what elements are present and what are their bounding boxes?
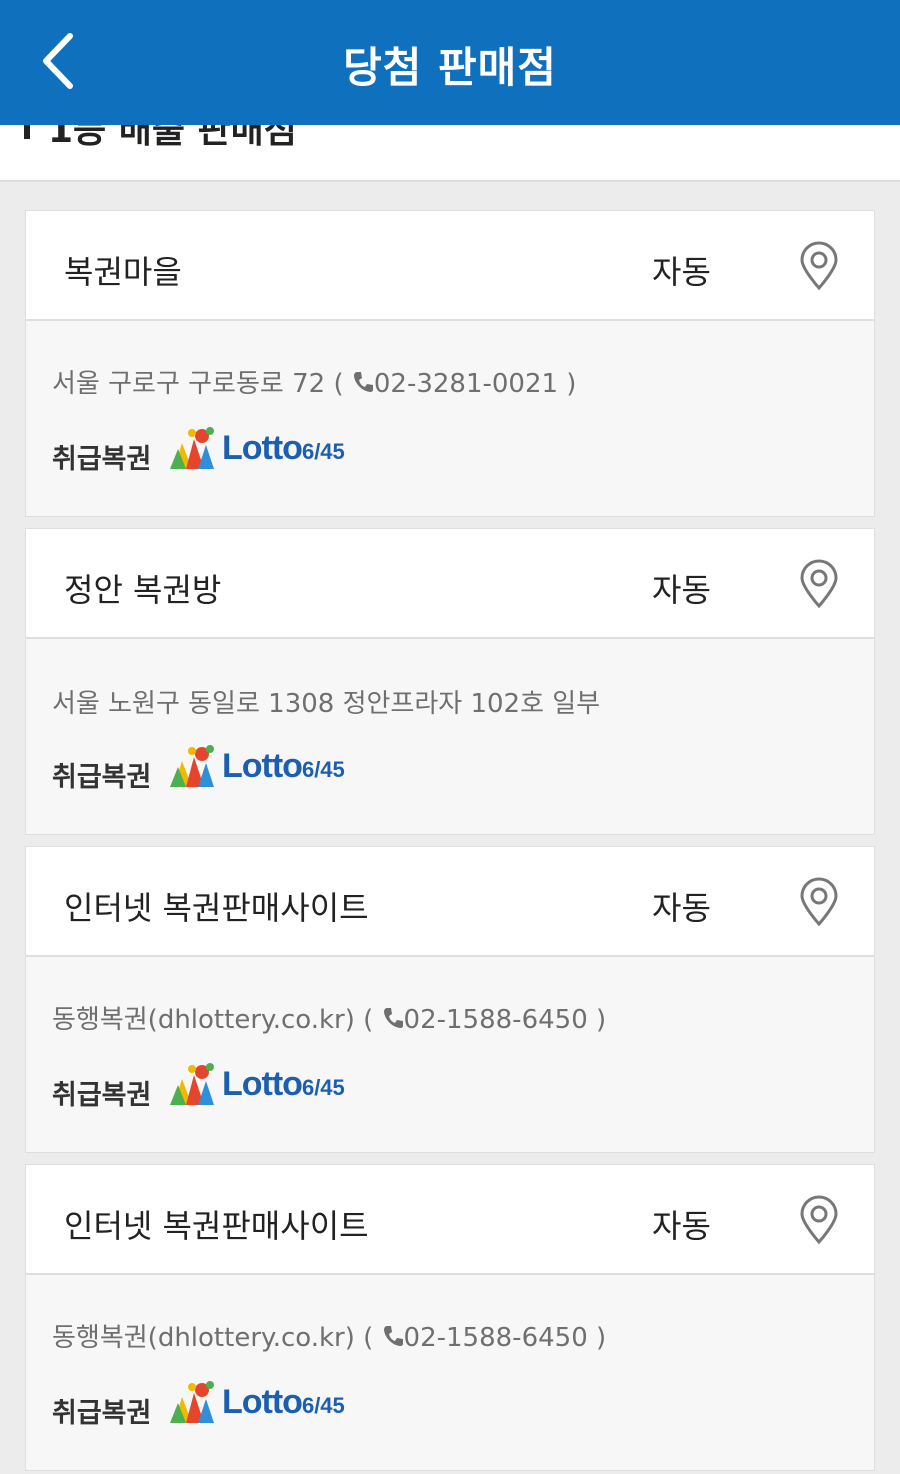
lotto-wordmark: Lotto6/45 xyxy=(222,747,345,785)
store-phone[interactable]: 02-1588-6450 xyxy=(404,1323,588,1353)
phone-wrap: ( 02-1588-6450 ) xyxy=(363,1005,607,1035)
ticket-label: 취급복권 xyxy=(52,1080,152,1111)
store-card-header: 정안 복권방 자동 xyxy=(26,529,874,639)
store-card-header: 인터넷 복권판매사이트 자동 xyxy=(26,847,874,957)
store-card: 정안 복권방 자동 서울 노원구 동일로 1308 정안프라자 102호 일부 … xyxy=(25,528,875,835)
purchase-type: 자동 xyxy=(652,571,711,609)
section-header: 1등 배출 판매점 xyxy=(0,125,900,182)
store-card: 복권마을 자동 서울 구로구 구로동로 72 ( 02-3281-0021 ) … xyxy=(25,210,875,517)
phone-icon xyxy=(353,372,373,392)
section-marker xyxy=(24,125,30,139)
lotto-logo: Lotto6/45 xyxy=(168,427,358,475)
map-pin-icon xyxy=(800,877,838,927)
store-card: 인터넷 복권판매사이트 자동 동행복권(dhlottery.co.kr) ( 0… xyxy=(25,1164,875,1471)
ticket-label: 취급복권 xyxy=(52,762,152,793)
top-bar: 당첨 판매점 xyxy=(0,0,900,125)
map-pin-button[interactable] xyxy=(798,877,840,927)
purchase-type: 자동 xyxy=(652,889,711,927)
ticket-label: 취급복권 xyxy=(52,444,152,475)
lotto-balls-icon xyxy=(170,427,214,469)
lotto-wordmark: Lotto6/45 xyxy=(222,1383,345,1421)
store-address: 동행복권(dhlottery.co.kr) xyxy=(52,1323,355,1353)
store-name: 인터넷 복권판매사이트 xyxy=(64,1207,369,1245)
map-pin-button[interactable] xyxy=(798,241,840,291)
store-address-line: 서울 노원구 동일로 1308 정안프라자 102호 일부 xyxy=(52,683,600,720)
store-name: 정안 복권방 xyxy=(64,571,222,609)
lotto-balls-icon xyxy=(170,1063,214,1105)
lotto-logo: Lotto6/45 xyxy=(168,745,358,793)
phone-icon xyxy=(383,1326,403,1346)
store-address-line: 동행복권(dhlottery.co.kr) ( 02-1588-6450 ) xyxy=(52,999,606,1036)
lotto-logo: Lotto6/45 xyxy=(168,1381,358,1429)
lotto-wordmark: Lotto6/45 xyxy=(222,429,345,467)
phone-wrap: ( 02-3281-0021 ) xyxy=(333,369,577,399)
store-card: 인터넷 복권판매사이트 자동 동행복권(dhlottery.co.kr) ( 0… xyxy=(25,846,875,1153)
store-address: 동행복권(dhlottery.co.kr) xyxy=(52,1005,355,1035)
map-pin-icon xyxy=(800,241,838,291)
store-card-header: 복권마을 자동 xyxy=(26,211,874,321)
phone-icon xyxy=(383,1008,403,1028)
lotto-balls-icon xyxy=(170,1381,214,1423)
map-pin-button[interactable] xyxy=(798,1195,840,1245)
store-phone[interactable]: 02-3281-0021 xyxy=(374,369,558,399)
map-pin-button[interactable] xyxy=(798,559,840,609)
store-address-line: 동행복권(dhlottery.co.kr) ( 02-1588-6450 ) xyxy=(52,1317,606,1354)
store-name: 인터넷 복권판매사이트 xyxy=(64,889,369,927)
store-card-header: 인터넷 복권판매사이트 자동 xyxy=(26,1165,874,1275)
purchase-type: 자동 xyxy=(652,1207,711,1245)
page-title: 당첨 판매점 xyxy=(343,43,557,92)
map-pin-icon xyxy=(800,1195,838,1245)
section-title: 1등 배출 판매점 xyxy=(48,125,297,151)
phone-wrap: ( 02-1588-6450 ) xyxy=(363,1323,607,1353)
lotto-logo: Lotto6/45 xyxy=(168,1063,358,1111)
store-address-line: 서울 구로구 구로동로 72 ( 02-3281-0021 ) xyxy=(52,363,576,400)
lotto-wordmark: Lotto6/45 xyxy=(222,1065,345,1103)
ticket-label: 취급복권 xyxy=(52,1398,152,1429)
store-address: 서울 구로구 구로동로 72 xyxy=(52,369,326,399)
map-pin-icon xyxy=(800,559,838,609)
lotto-balls-icon xyxy=(170,745,214,787)
store-phone[interactable]: 02-1588-6450 xyxy=(404,1005,588,1035)
store-name: 복권마을 xyxy=(64,253,182,291)
store-address: 서울 노원구 동일로 1308 정안프라자 102호 일부 xyxy=(52,689,601,719)
purchase-type: 자동 xyxy=(652,253,711,291)
